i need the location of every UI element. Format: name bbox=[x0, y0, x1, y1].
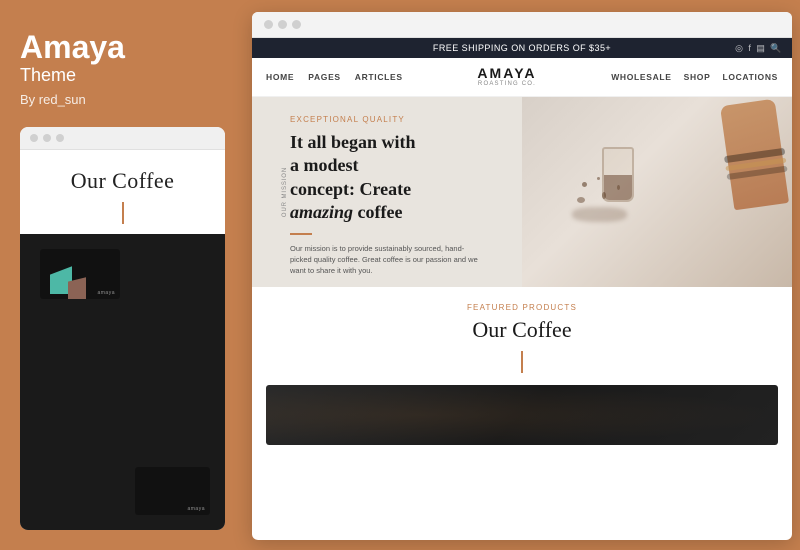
products-heading: Our Coffee bbox=[266, 317, 778, 343]
camera-icon: ▤ bbox=[756, 43, 765, 54]
drop-5 bbox=[617, 185, 620, 190]
mini-divider bbox=[122, 202, 124, 224]
nav-logo-sub: ROASTING CO. bbox=[477, 81, 536, 88]
browser-dot-2 bbox=[278, 20, 287, 29]
drop-4 bbox=[602, 192, 606, 199]
hero-heading-italic: amazing bbox=[290, 202, 353, 222]
hero-image bbox=[522, 97, 792, 287]
products-section: FEATURED PRODUCTS Our Coffee bbox=[252, 287, 792, 445]
hero-underline bbox=[290, 233, 312, 235]
drop-1 bbox=[582, 182, 587, 187]
mini-product-box-1: amaya bbox=[40, 249, 120, 299]
products-tagline: FEATURED PRODUCTS bbox=[266, 303, 778, 312]
nav-articles[interactable]: ARTICLES bbox=[355, 72, 403, 82]
hero-heading-line3: concept: Create bbox=[290, 179, 411, 199]
announcement-icons: ◎ f ▤ 🔍 bbox=[735, 43, 782, 54]
facebook-icon: f bbox=[748, 43, 751, 53]
mini-coffee-heading: Our Coffee bbox=[36, 168, 209, 194]
right-browser-panel: FREE SHIPPING ON ORDERS OF $35+ ◎ f ▤ 🔍 … bbox=[252, 12, 792, 540]
nav-logo-main: AMAYA bbox=[477, 66, 536, 81]
mini-dot-1 bbox=[30, 134, 38, 142]
nav-pages[interactable]: PAGES bbox=[308, 72, 341, 82]
mini-dot-2 bbox=[43, 134, 51, 142]
drop-2 bbox=[597, 177, 600, 180]
mini-browser-bar bbox=[20, 127, 225, 150]
instagram-icon: ◎ bbox=[735, 43, 743, 54]
box-label-1: amaya bbox=[97, 290, 115, 296]
browser-dot-3 bbox=[292, 20, 301, 29]
hero-heading-line1: It all began with bbox=[290, 132, 416, 152]
hero-section: OUR MISSION EXCEPTIONAL QUALITY It all b… bbox=[252, 97, 792, 287]
nav-bar: HOME PAGES ARTICLES AMAYA ROASTING CO. W… bbox=[252, 58, 792, 97]
mini-dot-3 bbox=[56, 134, 64, 142]
drop-3 bbox=[577, 197, 585, 203]
announcement-bar: FREE SHIPPING ON ORDERS OF $35+ ◎ f ▤ 🔍 bbox=[252, 38, 792, 58]
coffee-spread bbox=[572, 207, 627, 222]
mini-product-box-2: amaya bbox=[135, 467, 210, 515]
nav-shop[interactable]: SHOP bbox=[684, 72, 711, 82]
nav-right: WHOLESALE SHOP LOCATIONS bbox=[611, 72, 778, 82]
mini-content: Our Coffee amaya amaya bbox=[20, 150, 225, 530]
hero-tagline: EXCEPTIONAL QUALITY bbox=[290, 115, 504, 124]
nav-logo: AMAYA ROASTING CO. bbox=[477, 66, 536, 88]
splash-area bbox=[572, 177, 632, 227]
browser-dot-1 bbox=[264, 20, 273, 29]
browser-chrome bbox=[252, 12, 792, 38]
nav-locations[interactable]: LOCATIONS bbox=[722, 72, 778, 82]
left-panel: Amaya Theme By red_sun Our Coffee amaya … bbox=[0, 0, 245, 550]
nav-left: HOME PAGES ARTICLES bbox=[266, 72, 403, 82]
product-strip bbox=[266, 385, 778, 445]
hero-left: OUR MISSION EXCEPTIONAL QUALITY It all b… bbox=[252, 97, 522, 287]
theme-author: By red_sun bbox=[20, 92, 225, 107]
nav-home[interactable]: HOME bbox=[266, 72, 294, 82]
mini-dark-section: amaya amaya bbox=[20, 234, 225, 530]
mini-preview-card: Our Coffee amaya amaya bbox=[20, 127, 225, 530]
theme-subtitle: Theme bbox=[20, 65, 225, 86]
hero-heading-line2: a modest bbox=[290, 155, 359, 175]
box-label-2: amaya bbox=[187, 506, 205, 512]
announcement-text: FREE SHIPPING ON ORDERS OF $35+ bbox=[433, 43, 611, 53]
our-mission-label: OUR MISSION bbox=[282, 167, 288, 217]
hero-description: Our mission is to provide sustainably so… bbox=[290, 243, 480, 277]
product-strip-glow bbox=[266, 385, 778, 445]
mini-white-section: Our Coffee bbox=[20, 150, 225, 234]
search-icon[interactable]: 🔍 bbox=[770, 43, 782, 54]
theme-title: Amaya bbox=[20, 30, 225, 65]
nav-wholesale[interactable]: WHOLESALE bbox=[611, 72, 671, 82]
products-divider bbox=[521, 351, 523, 373]
hero-heading: It all began with a modest concept: Crea… bbox=[290, 131, 504, 225]
